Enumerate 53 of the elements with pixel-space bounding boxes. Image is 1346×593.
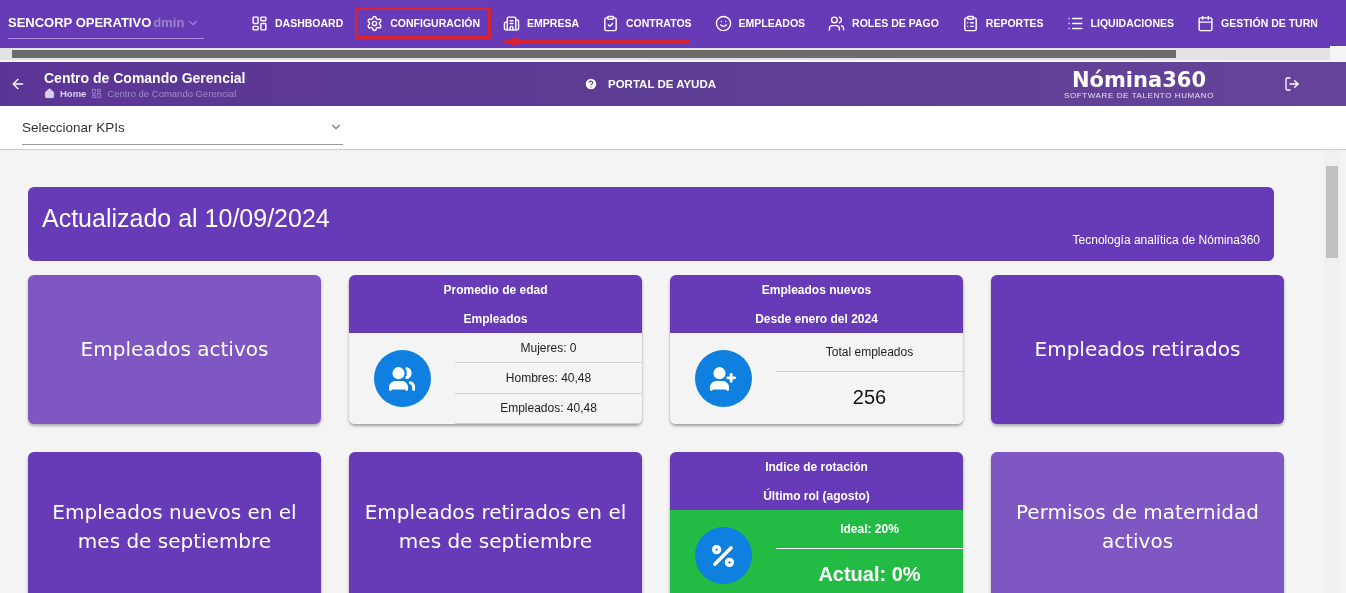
- page-title: Centro de Comando Gerencial: [44, 69, 247, 86]
- dashboard-icon: [91, 87, 103, 99]
- kpi-card[interactable]: Permisos de maternidad activos: [991, 452, 1284, 593]
- help-link[interactable]: PORTAL DE AYUDA: [584, 77, 1064, 91]
- nav-item[interactable]: GESTIÓN DE TURN: [1186, 7, 1329, 39]
- logo: Nómina360 SOFTWARE DE TALENTO HUMANO: [1064, 68, 1214, 100]
- nav-item[interactable]: EMPRESA: [492, 7, 591, 39]
- nav-item[interactable]: DASHBOARD: [240, 7, 355, 39]
- logout-icon[interactable]: [1284, 76, 1300, 92]
- stat-text: Ideal: 20%: [776, 510, 963, 549]
- banner-title: Actualizado al 10/09/2024: [42, 204, 331, 233]
- dashboard-icon: [251, 14, 268, 32]
- clipboard-icon: [602, 14, 620, 32]
- building-icon: [503, 14, 521, 32]
- stat-value: Actual: 0%: [817, 562, 922, 588]
- settings-icon: [366, 14, 384, 32]
- horizontal-scrollbar[interactable]: [0, 46, 1330, 60]
- card-title: Desde enero del 2024: [755, 311, 878, 326]
- card-title: Indice de rotación: [765, 459, 868, 474]
- nav-item[interactable]: LIQUIDACIONES: [1055, 7, 1185, 39]
- company-select[interactable]: SENCORP OPERATIVOdmin: [8, 7, 204, 39]
- kpi-card[interactable]: Empleados nuevos en el mes de septiembre: [28, 452, 321, 593]
- vertical-scrollbar[interactable]: [1324, 150, 1340, 593]
- kpi-card[interactable]: Empleados retirados en el mes de septiembre: [349, 452, 642, 593]
- card-title: Empleados: [463, 311, 528, 326]
- kpi-select[interactable]: Seleccionar KPIs: [22, 110, 343, 145]
- nav-item[interactable]: REPORTES: [950, 7, 1055, 39]
- home-icon: [44, 87, 55, 99]
- help-icon: [584, 77, 598, 91]
- stat-text: Empleados: 40,48: [455, 393, 642, 424]
- clipboard-icon: [961, 14, 979, 32]
- percent-icon: [694, 527, 752, 584]
- calendar-icon: [1197, 14, 1214, 32]
- users-icon: [828, 14, 846, 32]
- stat-text: Total empleados: [776, 333, 963, 372]
- nav-item[interactable]: CONTRATOS: [591, 7, 703, 39]
- card-title: Promedio de edad: [443, 282, 548, 297]
- face-icon: [714, 14, 732, 32]
- user-plus-icon: [694, 350, 752, 407]
- back-icon[interactable]: [10, 76, 26, 92]
- stat-text: Hombres: 40,48: [455, 363, 642, 394]
- card-title: Empleados nuevos: [761, 282, 872, 297]
- nav-item[interactable]: EMPLEADOS: [703, 7, 817, 39]
- nav-item[interactable]: ROLES DE PAGO: [817, 7, 950, 39]
- breadcrumb-link[interactable]: Home: [60, 87, 87, 99]
- kpi-card[interactable]: Empleados retirados: [991, 275, 1284, 424]
- card-title: Último rol (agosto): [763, 488, 870, 503]
- stat-value: 256: [851, 385, 888, 411]
- banner-subtitle: Tecnología analítica de Nómina360: [1072, 233, 1260, 247]
- stat-text: Mujeres: 0: [455, 333, 642, 364]
- kpi-card[interactable]: Empleados activos: [28, 275, 321, 424]
- users-icon: [373, 350, 431, 407]
- nav-item[interactable]: CONFIGURACIÓN: [355, 7, 492, 39]
